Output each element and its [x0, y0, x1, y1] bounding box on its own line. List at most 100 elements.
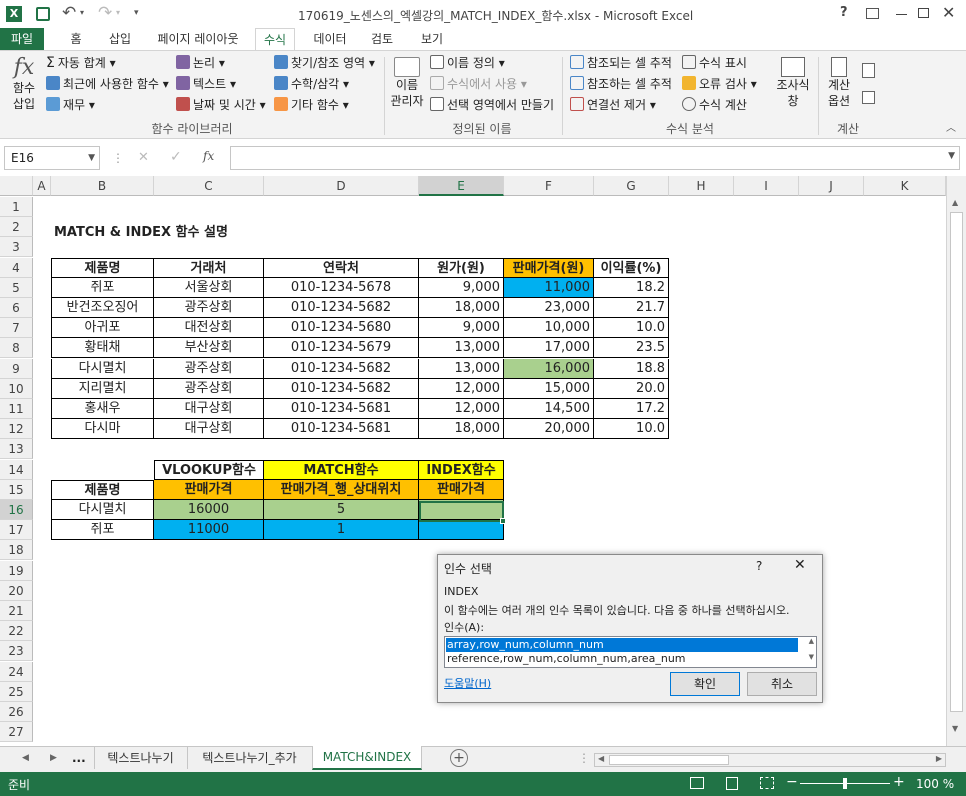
cell-c12[interactable]: 대구상회	[154, 419, 264, 440]
calculate-sheet-icon[interactable]	[862, 91, 875, 104]
scroll-down-icon[interactable]: ▼	[952, 724, 958, 733]
calculate-now-icon[interactable]	[862, 63, 875, 78]
normal-view-icon[interactable]	[690, 777, 704, 789]
evaluate-formula-button[interactable]: 수식 계산	[682, 97, 747, 113]
row-header-25[interactable]: 25	[0, 681, 33, 702]
cell-d12[interactable]: 010-1234-5681	[264, 419, 419, 440]
cell-b6[interactable]: 반건조오징어	[51, 298, 154, 318]
cell-g8[interactable]: 23.5	[594, 338, 669, 359]
row-header-7[interactable]: 7	[0, 318, 33, 339]
row-header-26[interactable]: 26	[0, 702, 33, 722]
row-header-5[interactable]: 5	[0, 277, 33, 298]
insert-function-fx-icon[interactable]: fx	[203, 149, 214, 163]
redo-button[interactable]: ↷	[98, 3, 112, 23]
help-button[interactable]: ?	[840, 5, 848, 20]
redo-dropdown-icon[interactable]: ▾	[116, 8, 120, 17]
cell-d16[interactable]: 5	[264, 500, 419, 520]
row-header-13[interactable]: 13	[0, 439, 33, 460]
dialog-help-link[interactable]: 도움말(H)	[444, 675, 491, 691]
text-functions-button[interactable]: 텍스트 ▾	[176, 76, 236, 92]
row-header-17[interactable]: 17	[0, 520, 33, 541]
cell-c9[interactable]: 광주상회	[154, 358, 264, 379]
cell-d4[interactable]: 연락처	[264, 257, 419, 278]
row-header-3[interactable]: 3	[0, 237, 33, 258]
calc-options-button[interactable]: 계산 옵션	[822, 57, 856, 109]
cell-c15[interactable]: 판매가격	[154, 479, 264, 500]
cell-d11[interactable]: 010-1234-5681	[264, 399, 419, 419]
row-header-9[interactable]: 9	[0, 358, 33, 379]
cell-g9[interactable]: 18.8	[594, 358, 669, 379]
logical-button[interactable]: 논리 ▾	[176, 55, 225, 71]
row-header-22[interactable]: 22	[0, 621, 33, 642]
minimize-button[interactable]	[896, 14, 907, 15]
error-checking-button[interactable]: 오류 검사 ▾	[682, 76, 757, 92]
math-trig-button[interactable]: 수학/삼각 ▾	[274, 76, 349, 92]
cell-e12[interactable]: 18,000	[419, 419, 504, 440]
cell-f6[interactable]: 23,000	[504, 298, 594, 318]
undo-button[interactable]: ↶	[62, 3, 76, 23]
cell-d10[interactable]: 010-1234-5682	[264, 378, 419, 399]
h-scroll-thumb[interactable]	[609, 755, 729, 765]
row-header-14[interactable]: 14	[0, 459, 33, 480]
cell-f11[interactable]: 14,500	[504, 399, 594, 419]
cell-c10[interactable]: 광주상회	[154, 378, 264, 399]
column-header-k[interactable]: K	[864, 176, 946, 196]
datetime-button[interactable]: 날짜 및 시간 ▾	[176, 97, 266, 113]
cancel-button[interactable]: 취소	[747, 672, 817, 696]
tab-split-grip-icon[interactable]: ⋮	[578, 751, 590, 765]
column-header-g[interactable]: G	[594, 176, 669, 196]
tab-review[interactable]: 검토	[362, 28, 402, 50]
trace-dependents-button[interactable]: 참조하는 셀 추적	[570, 76, 672, 92]
tab-file[interactable]: 파일	[0, 28, 44, 50]
row-header-4[interactable]: 4	[0, 257, 33, 278]
cell-f4[interactable]: 판매가격(원)	[504, 257, 594, 278]
dialog-help-button[interactable]: ?	[756, 559, 762, 573]
row-header-8[interactable]: 8	[0, 338, 33, 359]
cell-d9[interactable]: 010-1234-5682	[264, 358, 419, 379]
formula-input[interactable]: ▼	[230, 146, 960, 170]
row-header-19[interactable]: 19	[0, 560, 33, 581]
collapse-ribbon-icon[interactable]: ︿	[946, 119, 956, 134]
row-header-12[interactable]: 12	[0, 419, 33, 440]
column-header-b[interactable]: B	[51, 176, 154, 196]
cell-b12[interactable]: 다시마	[51, 419, 154, 440]
row-header-10[interactable]: 10	[0, 378, 33, 399]
more-sheets-button[interactable]: ...	[72, 751, 86, 765]
zoom-slider[interactable]	[800, 778, 890, 789]
cell-d5[interactable]: 010-1234-5678	[264, 277, 419, 298]
cell-c4[interactable]: 거래처	[154, 257, 264, 278]
enter-formula-icon[interactable]: ✓	[170, 149, 182, 165]
define-name-button[interactable]: 이름 정의 ▾	[430, 55, 505, 71]
cell-g6[interactable]: 21.7	[594, 298, 669, 318]
cell-e14[interactable]: INDEX함수	[419, 459, 504, 480]
column-header-e[interactable]: E	[419, 176, 504, 196]
argument-option-selected[interactable]: array,row_num,column_num	[446, 638, 798, 652]
cell-c7[interactable]: 대전상회	[154, 318, 264, 339]
cell-e6[interactable]: 18,000	[419, 298, 504, 318]
sheet-tab-text-split[interactable]: 텍스트나누기	[94, 747, 186, 769]
more-functions-button[interactable]: 기타 함수 ▾	[274, 97, 349, 113]
cell-c6[interactable]: 광주상회	[154, 298, 264, 318]
cell-c5[interactable]: 서울상회	[154, 277, 264, 298]
cell-g7[interactable]: 10.0	[594, 318, 669, 339]
trace-precedents-button[interactable]: 참조되는 셀 추적	[570, 55, 672, 71]
autosum-button[interactable]: Σ 자동 합계 ▾	[46, 55, 116, 71]
row-header-16[interactable]: 16	[0, 500, 33, 520]
argument-option[interactable]: reference,row_num,column_num,area_num	[446, 652, 798, 666]
cell-b9[interactable]: 다시멸치	[51, 358, 154, 379]
row-header-27[interactable]: 27	[0, 722, 33, 743]
zoom-in-button[interactable]: +	[893, 774, 905, 790]
cell-e9[interactable]: 13,000	[419, 358, 504, 379]
qat-customize-icon[interactable]: ▾	[134, 8, 139, 18]
remove-arrows-button[interactable]: 연결선 제거 ▾	[570, 97, 656, 113]
tab-data[interactable]: 데이터	[308, 28, 352, 50]
fill-handle[interactable]	[500, 518, 506, 524]
cell-g11[interactable]: 17.2	[594, 399, 669, 419]
listbox-scroll-up-icon[interactable]: ▲	[809, 637, 814, 645]
cell-e15[interactable]: 판매가격	[419, 479, 504, 500]
row-header-11[interactable]: 11	[0, 399, 33, 419]
save-icon[interactable]	[36, 7, 50, 21]
column-header-d[interactable]: D	[264, 176, 419, 196]
close-window-button[interactable]: ✕	[942, 3, 955, 22]
cell-b4[interactable]: 제품명	[51, 257, 154, 278]
